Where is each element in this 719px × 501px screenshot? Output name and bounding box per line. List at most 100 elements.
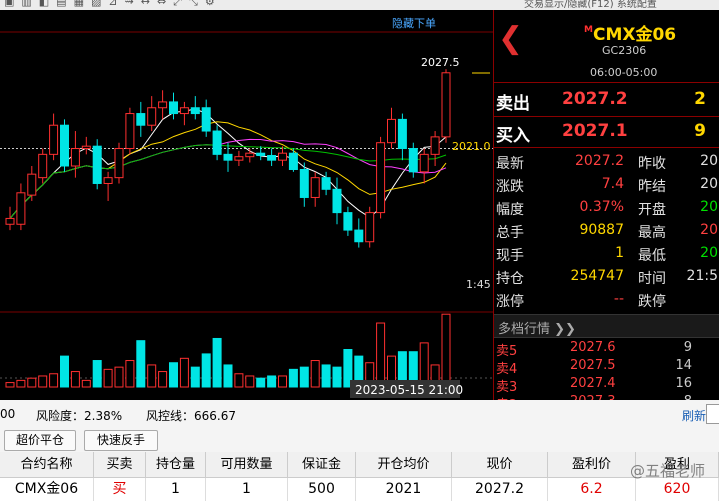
volume-bar: [223, 364, 233, 388]
candle-body: [92, 145, 102, 184]
stat-开盘: 开盘 20: [638, 197, 718, 219]
hide-order-label[interactable]: 隐藏下单: [392, 17, 436, 30]
stat-value: 7.4: [601, 176, 624, 192]
mark-price-label: 2021.0: [452, 140, 491, 153]
toolbar-icons[interactable]: ▣▥◧▤▦▨⊿⇝↔⇔⤢⤡⚙: [4, 0, 222, 9]
position-cell-profit[interactable]: 620: [636, 478, 719, 501]
candle-body: [397, 118, 407, 150]
depth-side: 卖5: [496, 344, 518, 359]
candle-body: [223, 153, 233, 161]
stat-label: 昨收: [638, 156, 666, 172]
column-header[interactable]: 保证金: [288, 452, 356, 478]
ask-label: 卖出: [496, 94, 530, 114]
candle-body: [125, 113, 135, 150]
candle-body: [81, 145, 91, 150]
toolbar-right-text[interactable]: 交易显示/隐藏(F12) 系统配置: [524, 0, 657, 10]
column-header[interactable]: 买卖: [94, 452, 146, 478]
candle-body: [147, 107, 157, 126]
scroll-handle[interactable]: [706, 404, 719, 424]
position-cell-side[interactable]: 买: [94, 478, 146, 501]
balance-value: 00: [0, 407, 16, 421]
volume-bar: [288, 368, 298, 388]
ask-row[interactable]: 卖出 2027.2 2: [494, 86, 719, 114]
stat-跌停: 跌停: [638, 289, 718, 311]
candle-body: [190, 107, 200, 115]
bid-price: 2027.1: [562, 121, 628, 141]
candle-body: [103, 177, 113, 184]
stat-涨停: 涨停 --: [496, 289, 624, 311]
volume-bar: [103, 368, 113, 388]
position-cell-margin[interactable]: 500: [288, 478, 356, 501]
volume-bar: [92, 360, 102, 388]
depth-price: 2027.6: [570, 340, 616, 355]
stat-label: 跌停: [638, 294, 666, 310]
account-bar: 00 风险度：2.38% 风控线：666.67 刷新: [0, 400, 719, 429]
quote-panel: ❮ MCMX金06 GC2306 06:00-05:00 卖出 2027.2 2…: [493, 10, 719, 413]
volume-bar: [136, 340, 146, 388]
candle-body: [114, 148, 124, 179]
column-header[interactable]: 现价: [452, 452, 548, 478]
position-cell-available[interactable]: 1: [206, 478, 288, 501]
column-header[interactable]: 盈利价: [548, 452, 636, 478]
candle-body: [343, 212, 353, 231]
symbol-code: GC2306: [602, 44, 647, 57]
position-cell-qty[interactable]: 1: [146, 478, 206, 501]
position-cell-open_avg[interactable]: 2021: [356, 478, 452, 501]
candle-body: [310, 177, 320, 198]
column-header[interactable]: 合约名称: [0, 452, 94, 478]
depth-row[interactable]: 卖4 2027.5 14: [494, 358, 719, 377]
stat-value: 2027.2: [575, 153, 624, 169]
volume-bar: [278, 375, 287, 388]
crosshair-datetime: 2023-05-15 21:00: [355, 383, 463, 397]
stat-value: --: [613, 291, 624, 307]
bid-label: 买入: [496, 126, 530, 146]
candle-body: [408, 148, 418, 173]
candle-body: [332, 188, 342, 214]
volume-bar: [441, 313, 451, 388]
back-icon[interactable]: ❮: [498, 24, 523, 54]
volume-bar: [70, 371, 80, 388]
candle-body: [49, 124, 59, 155]
candle-body: [234, 156, 244, 161]
position-cell-profit_pts[interactable]: 6.2: [548, 478, 636, 501]
refresh-button[interactable]: 刷新: [682, 407, 706, 424]
symbol-name: MCMX金06: [584, 20, 676, 45]
depth-side: 卖3: [496, 380, 518, 395]
bid-qty: 9: [694, 121, 706, 141]
over-price-close-button[interactable]: 超价平仓: [4, 430, 76, 451]
depth-header[interactable]: 多档行情 ❯❯: [494, 314, 719, 338]
volume-bar: [245, 375, 255, 388]
position-cell-contract[interactable]: CMX金06: [0, 478, 94, 501]
candle-body: [376, 142, 386, 214]
volume-bar: [147, 364, 157, 388]
depth-qty: 9: [683, 340, 692, 355]
stat-value: 20: [700, 222, 718, 238]
column-header[interactable]: 可用数量: [206, 452, 288, 478]
stat-昨结: 昨结 20: [638, 174, 718, 196]
candle-body: [441, 72, 451, 138]
depth-side: 卖4: [496, 362, 518, 377]
volume-bar: [267, 375, 277, 388]
volume-bar: [16, 379, 26, 388]
depth-row[interactable]: 卖5 2027.6 9: [494, 340, 719, 359]
candle-body: [70, 148, 80, 167]
volume-bar: [201, 353, 211, 388]
column-header[interactable]: 持仓量: [146, 452, 206, 478]
candle-body: [321, 177, 331, 190]
quick-reverse-button[interactable]: 快速反手: [84, 430, 158, 451]
candlestick-chart[interactable]: 隐藏下单 2027.5 2021.0 1:45 2023-05-15 21:00: [0, 10, 493, 400]
depth-price: 2027.5: [570, 358, 616, 373]
volume-bar: [321, 364, 331, 388]
stat-label: 时间: [638, 271, 666, 287]
position-cell-price[interactable]: 2027.2: [452, 478, 548, 501]
column-header[interactable]: 开仓均价: [356, 452, 452, 478]
stat-value: 90887: [579, 222, 624, 238]
ask-price: 2027.2: [562, 89, 628, 109]
stat-昨收: 昨收 20: [638, 151, 718, 173]
stat-value: 1: [615, 245, 624, 261]
candle-body: [278, 152, 287, 161]
depth-row[interactable]: 卖3 2027.4 16: [494, 376, 719, 395]
bid-row[interactable]: 买入 2027.1 9: [494, 118, 719, 146]
stat-label: 总手: [496, 225, 524, 241]
stat-value: 21:5: [686, 268, 718, 284]
